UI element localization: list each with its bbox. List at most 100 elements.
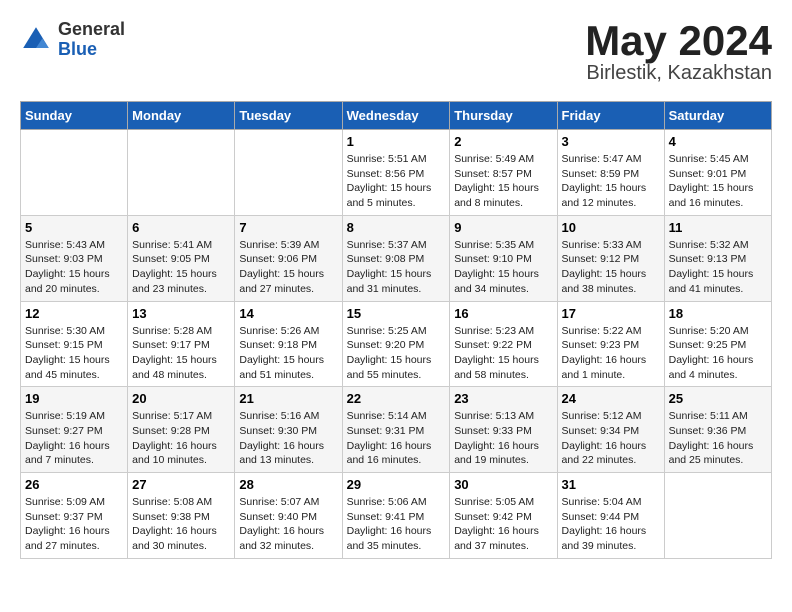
day-number: 21: [239, 391, 337, 406]
calendar-cell: 12 Sunrise: 5:30 AM Sunset: 9:15 PM Dayli…: [21, 301, 128, 387]
day-number: 8: [347, 220, 446, 235]
calendar-cell: 30 Sunrise: 5:05 AM Sunset: 9:42 PM Dayli…: [450, 473, 557, 559]
calendar-cell: 1 Sunrise: 5:51 AM Sunset: 8:56 PM Daylig…: [342, 130, 450, 216]
day-info: Sunrise: 5:26 AM Sunset: 9:18 PM Dayligh…: [239, 324, 337, 383]
day-info: Sunrise: 5:51 AM Sunset: 8:56 PM Dayligh…: [347, 152, 446, 211]
month-title: May 2024: [585, 20, 772, 62]
day-number: 25: [669, 391, 767, 406]
logo: General Blue: [20, 20, 125, 60]
day-number: 6: [132, 220, 230, 235]
calendar-cell: 7 Sunrise: 5:39 AM Sunset: 9:06 PM Daylig…: [235, 215, 342, 301]
calendar-cell: 19Sunrise: 5:19 AM Sunset: 9:27 PM Dayli…: [21, 387, 128, 473]
calendar-cell: [128, 130, 235, 216]
calendar-cell: 21 Sunrise: 5:16 AM Sunset: 9:30 PM Dayli…: [235, 387, 342, 473]
calendar-cell: 17 Sunrise: 5:22 AM Sunset: 9:23 PM Dayli…: [557, 301, 664, 387]
day-info: Sunrise: 5:43 AM Sunset: 9:03 PM Dayligh…: [25, 238, 123, 297]
week-row-3: 12 Sunrise: 5:30 AM Sunset: 9:15 PM Dayli…: [21, 301, 772, 387]
calendar-cell: [664, 473, 771, 559]
day-number: 26: [25, 477, 123, 492]
calendar-cell: 10 Sunrise: 5:33 AM Sunset: 9:12 PM Dayli…: [557, 215, 664, 301]
col-header-sunday: Sunday: [21, 102, 128, 130]
day-info: Sunrise: 5:47 AM Sunset: 8:59 PM Dayligh…: [562, 152, 660, 211]
calendar-cell: [21, 130, 128, 216]
calendar-table: SundayMondayTuesdayWednesdayThursdayFrid…: [20, 101, 772, 559]
week-row-2: 5 Sunrise: 5:43 AM Sunset: 9:03 PM Daylig…: [21, 215, 772, 301]
day-number: 10: [562, 220, 660, 235]
day-number: 12: [25, 306, 123, 321]
day-info: Sunrise: 5:16 AM Sunset: 9:30 PM Dayligh…: [239, 409, 337, 468]
day-info: Sunrise: 5:05 AM Sunset: 9:42 PM Dayligh…: [454, 495, 552, 554]
week-row-5: 26 Sunrise: 5:09 AM Sunset: 9:37 PM Dayli…: [21, 473, 772, 559]
calendar-cell: 26 Sunrise: 5:09 AM Sunset: 9:37 PM Dayli…: [21, 473, 128, 559]
day-info: Sunrise: 5:06 AM Sunset: 9:41 PM Dayligh…: [347, 495, 446, 554]
day-number: 15: [347, 306, 446, 321]
calendar-cell: 4 Sunrise: 5:45 AM Sunset: 9:01 PM Daylig…: [664, 130, 771, 216]
day-number: 5: [25, 220, 123, 235]
day-number: 11: [669, 220, 767, 235]
day-number: 14: [239, 306, 337, 321]
calendar-cell: [235, 130, 342, 216]
header-row: SundayMondayTuesdayWednesdayThursdayFrid…: [21, 102, 772, 130]
day-info: Sunrise: 5:22 AM Sunset: 9:23 PM Dayligh…: [562, 324, 660, 383]
day-number: 22: [347, 391, 446, 406]
col-header-saturday: Saturday: [664, 102, 771, 130]
day-number: 16: [454, 306, 552, 321]
calendar-cell: 22 Sunrise: 5:14 AM Sunset: 9:31 PM Dayli…: [342, 387, 450, 473]
day-number: 7: [239, 220, 337, 235]
week-row-1: 1 Sunrise: 5:51 AM Sunset: 8:56 PM Daylig…: [21, 130, 772, 216]
calendar-cell: 11 Sunrise: 5:32 AM Sunset: 9:13 PM Dayli…: [664, 215, 771, 301]
day-info: Sunrise: 5:30 AM Sunset: 9:15 PM Dayligh…: [25, 324, 123, 383]
calendar-cell: 3 Sunrise: 5:47 AM Sunset: 8:59 PM Daylig…: [557, 130, 664, 216]
day-info: Sunrise: 5:14 AM Sunset: 9:31 PM Dayligh…: [347, 409, 446, 468]
day-number: 23: [454, 391, 552, 406]
day-number: 3: [562, 134, 660, 149]
calendar-cell: 25 Sunrise: 5:11 AM Sunset: 9:36 PM Dayli…: [664, 387, 771, 473]
week-row-4: 19Sunrise: 5:19 AM Sunset: 9:27 PM Dayli…: [21, 387, 772, 473]
day-info: Sunrise: 5:13 AM Sunset: 9:33 PM Dayligh…: [454, 409, 552, 468]
day-info: Sunrise: 5:04 AM Sunset: 9:44 PM Dayligh…: [562, 495, 660, 554]
day-info: Sunrise: 5:45 AM Sunset: 9:01 PM Dayligh…: [669, 152, 767, 211]
day-info: Sunrise: 5:32 AM Sunset: 9:13 PM Dayligh…: [669, 238, 767, 297]
calendar-cell: 2Sunrise: 5:49 AM Sunset: 8:57 PM Daylig…: [450, 130, 557, 216]
day-number: 18: [669, 306, 767, 321]
day-info: Sunrise: 5:39 AM Sunset: 9:06 PM Dayligh…: [239, 238, 337, 297]
day-info: Sunrise: 5:33 AM Sunset: 9:12 PM Dayligh…: [562, 238, 660, 297]
calendar-cell: 14 Sunrise: 5:26 AM Sunset: 9:18 PM Dayli…: [235, 301, 342, 387]
day-number: 30: [454, 477, 552, 492]
calendar-cell: 8 Sunrise: 5:37 AM Sunset: 9:08 PM Daylig…: [342, 215, 450, 301]
calendar-cell: 28 Sunrise: 5:07 AM Sunset: 9:40 PM Dayli…: [235, 473, 342, 559]
day-number: 31: [562, 477, 660, 492]
day-info: Sunrise: 5:37 AM Sunset: 9:08 PM Dayligh…: [347, 238, 446, 297]
day-info: Sunrise: 5:11 AM Sunset: 9:36 PM Dayligh…: [669, 409, 767, 468]
day-number: 17: [562, 306, 660, 321]
calendar-cell: 29Sunrise: 5:06 AM Sunset: 9:41 PM Dayli…: [342, 473, 450, 559]
col-header-tuesday: Tuesday: [235, 102, 342, 130]
calendar-cell: 31 Sunrise: 5:04 AM Sunset: 9:44 PM Dayli…: [557, 473, 664, 559]
day-info: Sunrise: 5:07 AM Sunset: 9:40 PM Dayligh…: [239, 495, 337, 554]
location-title: Birlestik, Kazakhstan: [585, 62, 772, 85]
day-info: Sunrise: 5:12 AM Sunset: 9:34 PM Dayligh…: [562, 409, 660, 468]
calendar-cell: 16Sunrise: 5:23 AM Sunset: 9:22 PM Dayli…: [450, 301, 557, 387]
day-number: 28: [239, 477, 337, 492]
day-number: 19: [25, 391, 123, 406]
day-number: 2: [454, 134, 552, 149]
day-number: 20: [132, 391, 230, 406]
page-header: General Blue May 2024 Birlestik, Kazakhs…: [20, 20, 772, 85]
day-number: 9: [454, 220, 552, 235]
day-info: Sunrise: 5:17 AM Sunset: 9:28 PM Dayligh…: [132, 409, 230, 468]
logo-icon: [20, 24, 52, 56]
col-header-wednesday: Wednesday: [342, 102, 450, 130]
calendar-cell: 15Sunrise: 5:25 AM Sunset: 9:20 PM Dayli…: [342, 301, 450, 387]
day-number: 4: [669, 134, 767, 149]
calendar-cell: 5 Sunrise: 5:43 AM Sunset: 9:03 PM Daylig…: [21, 215, 128, 301]
calendar-cell: 27Sunrise: 5:08 AM Sunset: 9:38 PM Dayli…: [128, 473, 235, 559]
day-number: 27: [132, 477, 230, 492]
day-number: 1: [347, 134, 446, 149]
calendar-cell: 6Sunrise: 5:41 AM Sunset: 9:05 PM Daylig…: [128, 215, 235, 301]
day-number: 24: [562, 391, 660, 406]
calendar-cell: 20 Sunrise: 5:17 AM Sunset: 9:28 PM Dayli…: [128, 387, 235, 473]
day-info: Sunrise: 5:35 AM Sunset: 9:10 PM Dayligh…: [454, 238, 552, 297]
col-header-monday: Monday: [128, 102, 235, 130]
day-info: Sunrise: 5:28 AM Sunset: 9:17 PM Dayligh…: [132, 324, 230, 383]
day-info: Sunrise: 5:09 AM Sunset: 9:37 PM Dayligh…: [25, 495, 123, 554]
